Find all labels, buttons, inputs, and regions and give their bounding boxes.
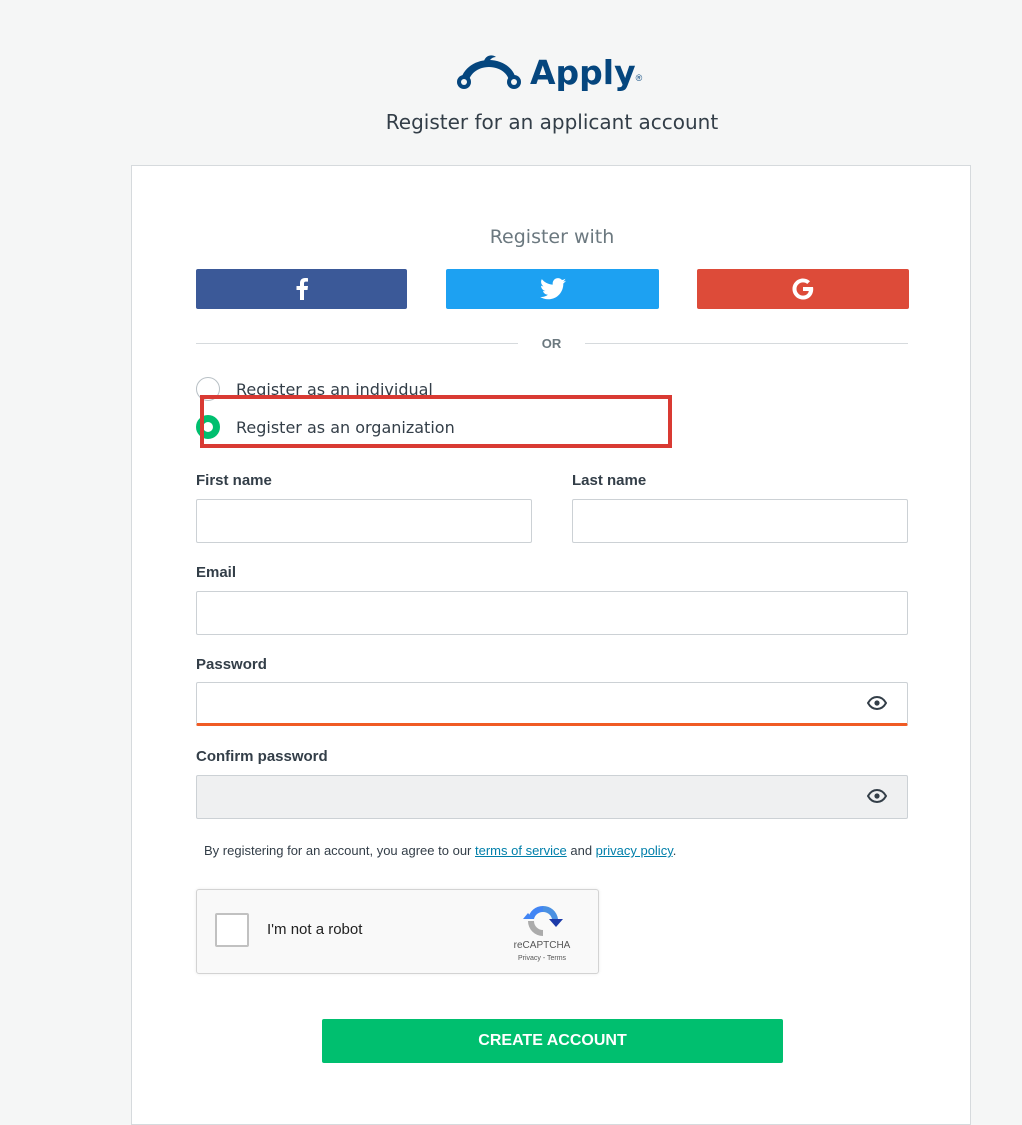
first-name-input[interactable] — [196, 499, 532, 543]
recaptcha-privacy-terms[interactable]: Privacy - Terms — [497, 955, 587, 962]
confirm-password-input[interactable] — [196, 775, 908, 819]
recaptcha-label: I'm not a robot — [267, 921, 363, 938]
create-account-button[interactable]: CREATE ACCOUNT — [322, 1019, 783, 1063]
password-label: Password — [196, 656, 267, 673]
terms-of-service-link[interactable]: terms of service — [475, 843, 567, 858]
radio-button-checked[interactable] — [196, 415, 220, 439]
email-label: Email — [196, 564, 237, 581]
first-name-label: First name — [196, 472, 272, 489]
recaptcha-checkbox[interactable] — [215, 913, 249, 947]
radio-label-organization: Register as an organization — [236, 417, 455, 437]
apply-logo: Apply ® — [454, 42, 642, 102]
last-name-label: Last name — [572, 472, 647, 489]
terms-agreement-text: By registering for an account, you agree… — [204, 843, 676, 858]
show-password-button[interactable] — [862, 688, 892, 718]
agreement-suffix: . — [672, 843, 677, 858]
google-register-button[interactable] — [697, 269, 909, 309]
recaptcha-icon — [523, 905, 563, 936]
radio-button-unchecked[interactable] — [196, 377, 220, 401]
or-divider-label: OR — [541, 336, 562, 351]
last-name-input[interactable] — [572, 499, 908, 543]
recaptcha-brand: reCAPTCHA — [513, 940, 571, 951]
divider-left — [196, 343, 518, 344]
agreement-middle: and — [566, 843, 596, 858]
logo-text: Apply — [530, 52, 636, 92]
surveymonkey-logo-icon — [457, 55, 521, 89]
confirm-password-label: Confirm password — [196, 748, 328, 765]
recaptcha-widget: I'm not a robot reCAPTCHA Privacy - Term… — [196, 889, 599, 974]
page-subtitle: Register for an applicant account — [385, 110, 719, 134]
facebook-icon — [296, 278, 308, 300]
twitter-register-button[interactable] — [446, 269, 659, 309]
email-input[interactable] — [196, 591, 908, 635]
facebook-register-button[interactable] — [196, 269, 407, 309]
password-input[interactable] — [196, 682, 908, 726]
radio-register-individual[interactable]: Register as an individual — [196, 376, 433, 402]
eye-icon — [867, 789, 887, 803]
divider-right — [585, 343, 908, 344]
register-with-heading: Register with — [489, 226, 615, 248]
privacy-policy-link[interactable]: privacy policy — [596, 843, 673, 858]
registration-card: Register with OR Register as an individu… — [131, 165, 971, 1125]
radio-register-organization[interactable]: Register as an organization — [196, 414, 455, 440]
registered-mark: ® — [635, 73, 643, 83]
show-confirm-password-button[interactable] — [862, 781, 892, 811]
eye-icon — [867, 696, 887, 710]
google-icon — [792, 278, 814, 300]
agreement-prefix: By registering for an account, you agree… — [204, 843, 475, 858]
radio-label-individual: Register as an individual — [236, 379, 433, 399]
twitter-icon — [539, 278, 566, 300]
